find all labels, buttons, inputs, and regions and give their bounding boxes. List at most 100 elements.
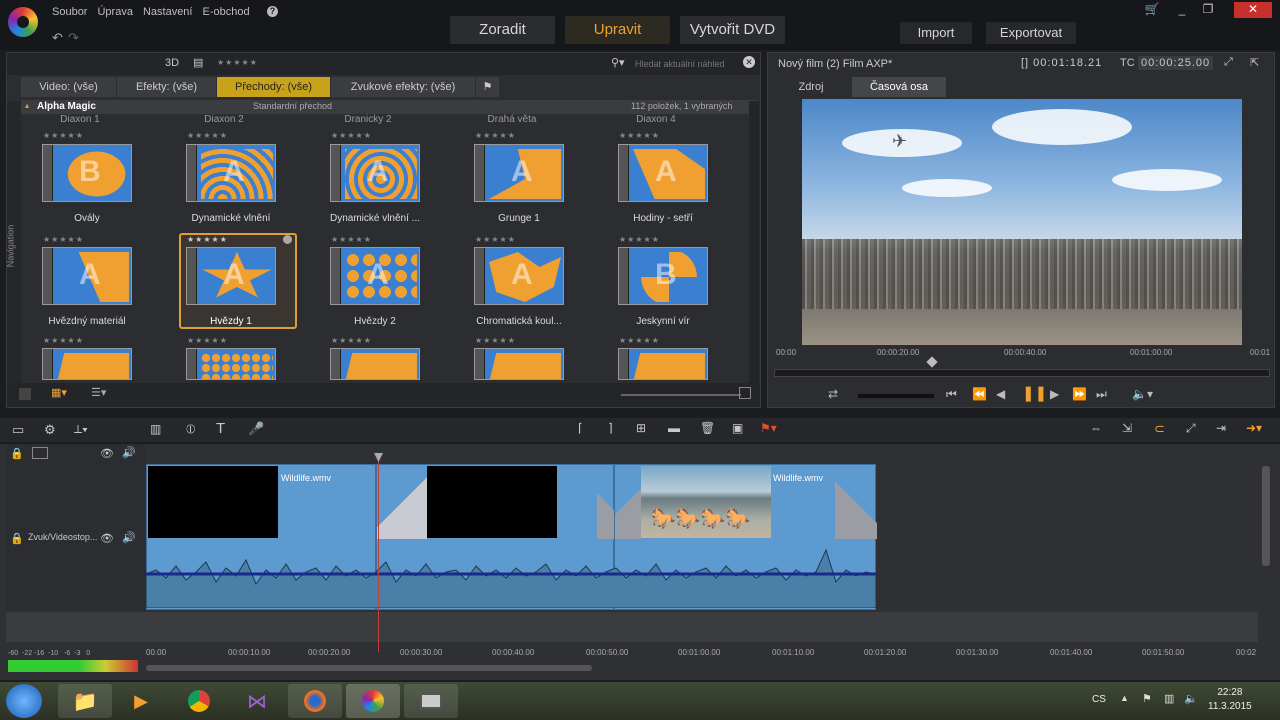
snapshot-icon[interactable]: ▣ [732,421,743,435]
cart-icon[interactable]: 🛒 [1142,2,1162,18]
minimize-icon[interactable]: _ [1172,2,1192,18]
tab-vytvorit-dvd[interactable]: Vytvořit DVD [680,16,785,44]
tray-expand-icon[interactable]: ▲ [1120,693,1129,703]
speaker-icon[interactable]: 🔊 [122,531,136,544]
magnet-icon[interactable]: ⊂ [1154,421,1165,437]
chrome-icon[interactable] [172,684,226,718]
export-button[interactable]: Exportovat [986,22,1076,44]
clock[interactable]: 22:28 11.3.2015 [1208,686,1252,714]
pause-icon[interactable]: ❚❚ [1022,384,1047,402]
tab-efekty[interactable]: Efekty: (vše) [117,77,217,97]
zoom-slider[interactable] [621,394,741,396]
search-icon[interactable]: ⚲▾ [611,56,625,69]
timecode-field[interactable]: 00:00:25.00 [1138,56,1214,70]
transition-thumb[interactable]: A [618,144,708,202]
transition-thumb[interactable]: A [474,247,564,305]
lock-icon[interactable]: 🔒 [10,532,24,545]
import-button[interactable]: Import [900,22,972,44]
transition-thumb[interactable]: A [330,247,420,305]
transition-thumb[interactable] [186,348,276,380]
split-icon[interactable]: ⊞ [636,421,646,435]
go-start-icon[interactable]: ⏮ [946,387,957,402]
group-header[interactable]: ▴ Alpha Magic Standardní přechod 112 pol… [21,100,757,114]
item-rating[interactable]: ★★★★★ [187,131,228,140]
transition-thumb[interactable]: A [186,247,276,305]
list-view-icon[interactable]: ☰▾ [91,386,106,399]
smart-mode-icon[interactable]: ➜▾ [1246,421,1262,435]
help-icon[interactable]: ? [267,6,278,17]
timeline-ruler[interactable]: 00.00 00:00:10.00 00:00:20.00 00:00:30.0… [146,648,1266,662]
timeline-playhead[interactable] [378,456,379,652]
menu-uprava[interactable]: Úprava [97,6,132,18]
settings-icon[interactable]: ⚙ [44,422,56,438]
item-rating[interactable]: ★★★★★ [619,336,660,345]
tab-upravit[interactable]: Upravit [565,16,670,44]
delete-icon[interactable]: 🗑 [700,421,715,435]
ripple-icon[interactable]: ⇔ [1090,421,1102,435]
empty-track[interactable] [6,612,1258,642]
prev-frame-icon[interactable]: ⏪ [972,387,987,401]
shuttle-slider[interactable] [858,394,934,398]
marker-icon[interactable]: ⚑▾ [760,421,777,435]
tab-zoradit[interactable]: Zoradit [450,16,555,44]
item-rating[interactable]: ★★★★★ [187,235,228,244]
player-scrubber[interactable] [774,369,1270,377]
restore-icon[interactable]: ❐ [1198,2,1218,18]
view-3d-toggle[interactable]: 3D [165,57,179,69]
item-rating[interactable]: ★★★★★ [43,336,84,345]
track-header-icon[interactable]: ▭ [12,422,24,438]
razor-icon[interactable]: ▬ [668,421,680,435]
lock-icon[interactable]: 🔒 [10,447,24,460]
recorder-icon[interactable] [404,684,458,718]
search-input[interactable] [635,56,741,71]
item-rating[interactable]: ★★★★★ [331,235,372,244]
item-rating[interactable]: ★★★★★ [475,336,516,345]
title-icon[interactable]: T [216,420,225,437]
explorer-icon[interactable]: 📁 [58,684,112,718]
player-ruler[interactable]: 00:00 00:00:20.00 00:00:40.00 00:01:00.0… [774,348,1270,362]
go-end-icon[interactable]: ⏭ [1096,387,1107,402]
close-icon[interactable]: ✕ [1234,2,1272,18]
menu-soubor[interactable]: Soubor [52,6,87,18]
speaker-icon[interactable]: 🔊 [122,446,136,459]
volume-icon[interactable]: 🔈▾ [1132,387,1153,401]
transition-thumb[interactable] [330,348,420,380]
transition-thumb[interactable]: A [42,247,132,305]
transition-thumb[interactable]: B [42,144,132,202]
transition-thumb[interactable]: A [330,144,420,202]
transition-thumb[interactable]: B [618,247,708,305]
grid-view-icon[interactable]: ▦▾ [51,386,67,399]
next-frame-icon[interactable]: ⏩ [1072,387,1087,401]
loop-icon[interactable]: ⇄ [828,387,838,401]
fullscreen-icon[interactable]: ⤢ [1224,56,1233,69]
marker-in-icon[interactable]: ⌈ [578,421,583,435]
preview-video[interactable]: ✈ [802,99,1242,345]
pinnacle-taskbar-icon[interactable] [346,684,400,718]
library-scrollbar[interactable] [749,101,759,383]
marker-out-icon[interactable]: ⌉ [608,421,613,435]
info-icon[interactable] [283,235,292,244]
volume-tray-icon[interactable]: 🔈 [1184,692,1198,705]
menu-nastaveni[interactable]: Nastavení [143,6,193,18]
video-visible-icon[interactable]: 👁 [100,447,114,460]
item-rating[interactable]: ★★★★★ [43,235,84,244]
language-indicator[interactable]: CS [1092,694,1106,705]
item-rating[interactable]: ★★★★★ [331,131,372,140]
rating-filter[interactable]: ★★★★★ [217,58,258,67]
tab-video[interactable]: Video: (vše) [21,77,117,97]
tab-casova-osa[interactable]: Časová osa [852,77,946,97]
start-button-icon[interactable] [6,684,42,718]
step-forward-icon[interactable]: ▶ [1050,387,1059,401]
insert-icon[interactable]: ⇥ [1216,421,1226,435]
menu-e-obchod[interactable]: E-obchod [202,6,249,18]
panel-icon[interactable] [19,388,31,400]
transition-thumb[interactable] [618,348,708,380]
clear-search-icon[interactable]: ✕ [743,56,755,68]
item-rating[interactable]: ★★★★★ [331,336,372,345]
audio-mixer-icon[interactable]: ▥ [150,422,161,436]
network-icon[interactable]: ▥ [1164,692,1174,705]
zoom-max-icon[interactable] [739,387,751,399]
track-name[interactable]: Zvuk/Videostop... [28,532,97,542]
video-visible-icon[interactable]: 👁 [100,532,114,545]
timeline-hscroll[interactable] [146,665,592,671]
